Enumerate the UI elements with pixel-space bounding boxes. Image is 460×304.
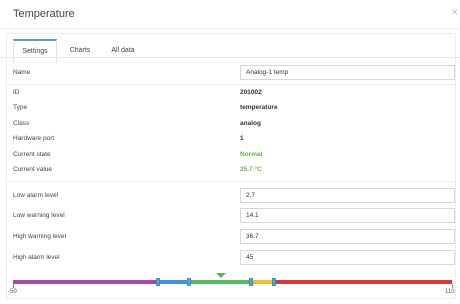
sensor-dialog: Temperature ✕ Settings Charts All data N… [0, 0, 460, 304]
high-alarm-label: High alarm level [13, 254, 60, 261]
class-value: analog [240, 120, 261, 127]
scale-segment-alarm-low [13, 280, 158, 284]
tab-bar: Settings Charts All data [13, 39, 457, 63]
tab-divider [0, 57, 460, 58]
high-warning-label: High warning level [13, 233, 67, 240]
hardware-port-label: Hardware port [13, 135, 55, 142]
min-tick [13, 284, 14, 288]
row-divider [6, 84, 456, 85]
low-warning-label: Low warning level [13, 212, 65, 219]
current-state-label: Current state [13, 151, 51, 158]
scale-segment-normal [188, 280, 251, 284]
high-warning-handle[interactable] [248, 278, 253, 286]
type-label: Type [13, 104, 28, 111]
title-divider [0, 28, 460, 29]
id-label: ID [13, 89, 20, 96]
low-alarm-handle[interactable] [155, 278, 160, 286]
close-icon[interactable]: ✕ [451, 8, 459, 17]
type-value: temperature [240, 104, 278, 111]
scale-segment-alarm-high [273, 280, 452, 284]
high-alarm-input[interactable]: 45 [240, 250, 455, 265]
current-value-label: Current value [13, 166, 53, 173]
id-value: 201002 [240, 89, 262, 96]
name-field[interactable]: Analog-1 temp [240, 65, 455, 80]
scale-segment-warning-high [250, 280, 274, 284]
tab-all-data[interactable]: All data [103, 39, 143, 63]
name-label: Name [13, 69, 31, 76]
current-value-value: 25.7 °C [240, 166, 262, 173]
scale-segment-warning-low [157, 280, 189, 284]
scale-min-label: -50 [8, 289, 17, 295]
tab-settings[interactable]: Settings [13, 39, 57, 63]
dialog-title: Temperature [13, 8, 75, 20]
class-label: Class [13, 120, 30, 127]
low-alarm-input[interactable]: 2.7 [240, 188, 455, 203]
low-warning-handle[interactable] [186, 278, 191, 286]
high-alarm-handle[interactable] [271, 278, 276, 286]
hardware-port-value: 1 [240, 135, 244, 142]
low-warning-input[interactable]: 14.1 [240, 208, 455, 223]
tab-charts[interactable]: Charts [63, 39, 97, 63]
max-tick [452, 284, 453, 288]
low-alarm-label: Low alarm level [13, 192, 59, 199]
scale-max-label: 110 [445, 289, 455, 295]
current-value-marker [215, 273, 226, 278]
section-divider [6, 181, 456, 182]
current-state-value: Normal [240, 151, 263, 158]
high-warning-input[interactable]: 36.7 [240, 229, 455, 244]
